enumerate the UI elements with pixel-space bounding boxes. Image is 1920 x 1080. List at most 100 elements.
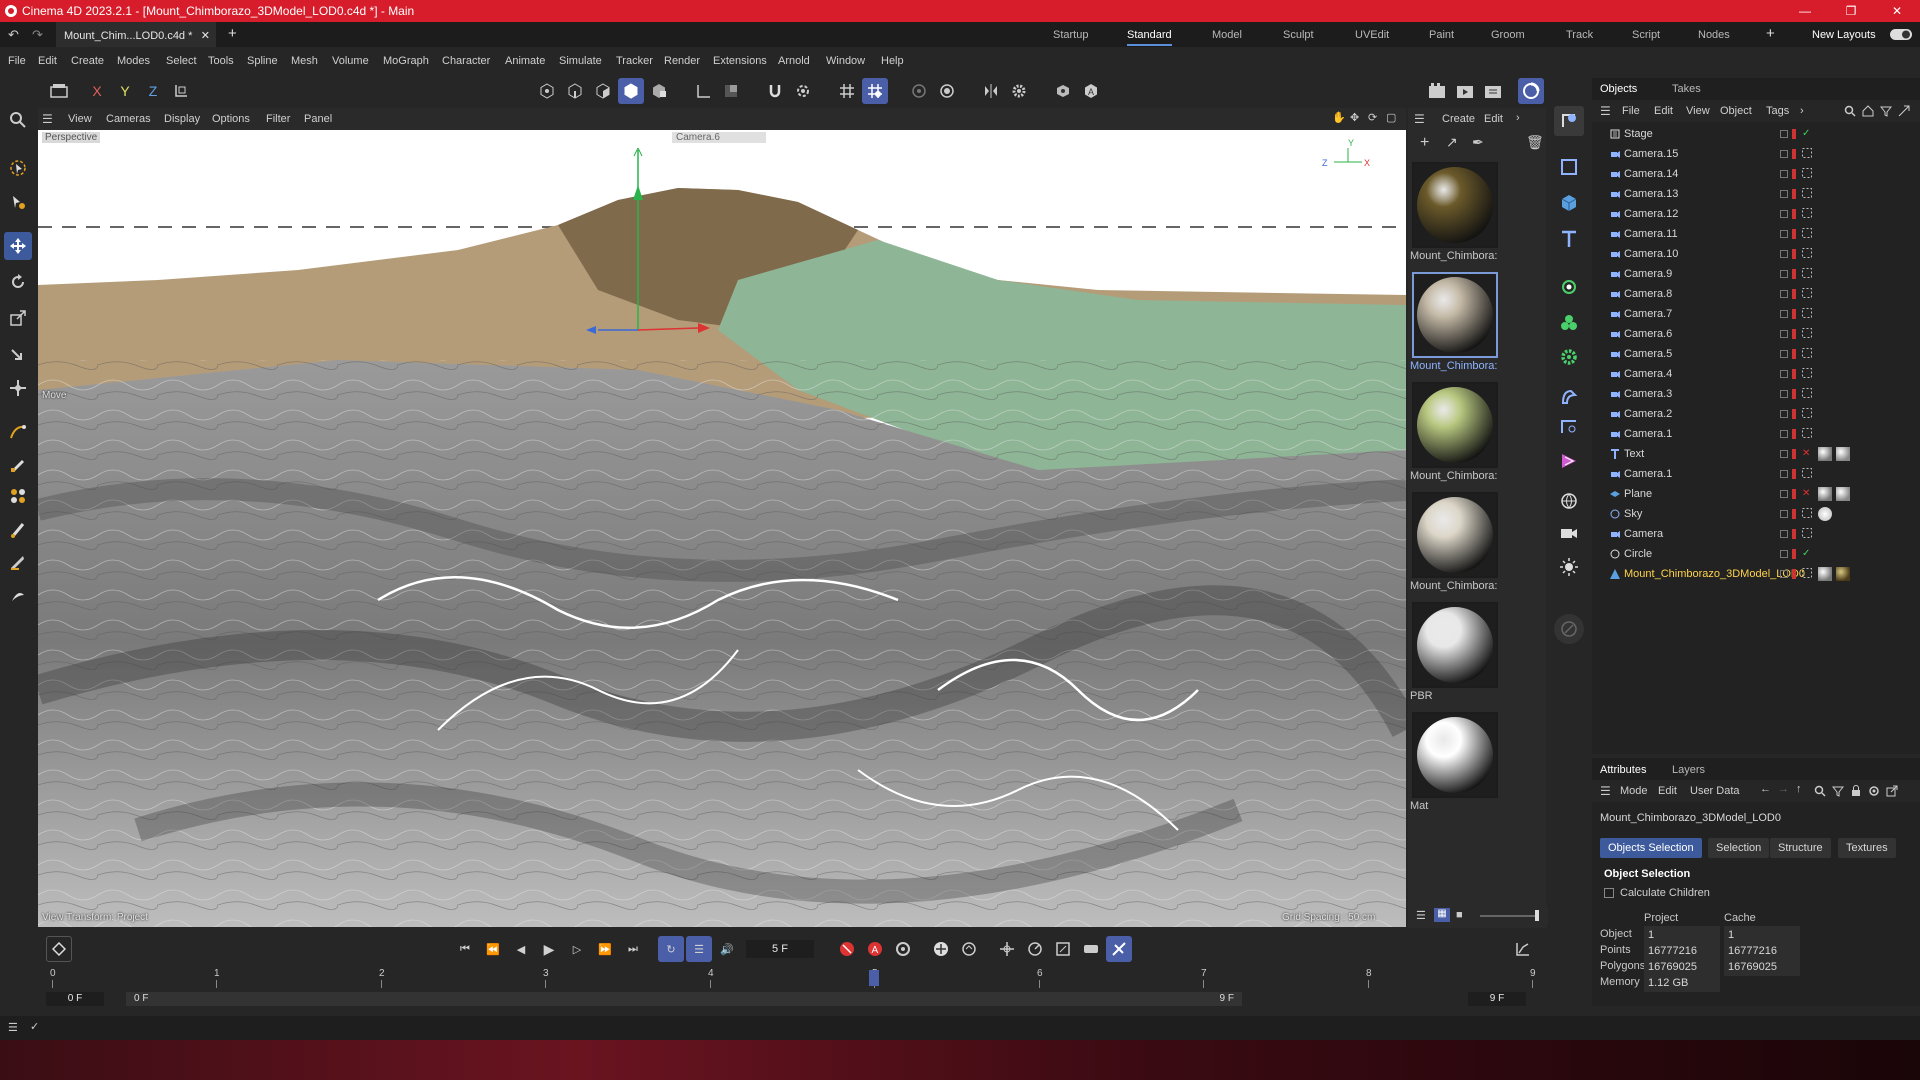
up-arrow-icon[interactable]: ↑ (1796, 783, 1802, 795)
attribute-menu-user-data[interactable]: User Data (1690, 785, 1740, 797)
material-tag-icon[interactable] (1818, 447, 1832, 461)
light-icon[interactable] (1554, 552, 1584, 582)
paint-tool-icon[interactable] (4, 582, 32, 610)
layout-track[interactable]: Track (1566, 29, 1593, 41)
editor-visibility-dot[interactable] (1780, 310, 1788, 318)
object-name[interactable]: Camera.10 (1624, 248, 1678, 260)
key-param-icon[interactable] (1022, 936, 1048, 962)
enabled-check-icon[interactable]: ✓ (1802, 128, 1814, 140)
sky-tag-icon[interactable] (1818, 507, 1832, 521)
editor-visibility-dot[interactable] (1780, 210, 1788, 218)
material-swatch[interactable]: Mat (1410, 712, 1538, 812)
object-menu-file[interactable]: File (1622, 105, 1640, 117)
disabled-tool-icon[interactable] (1554, 614, 1584, 644)
record-icon[interactable] (834, 936, 860, 962)
maximize-button[interactable]: ❐ (1828, 2, 1874, 20)
menu-spline[interactable]: Spline (247, 55, 278, 67)
rotate-tool-icon[interactable] (4, 268, 32, 296)
mograph-cloner-icon[interactable] (4, 482, 32, 510)
menu-modes[interactable]: Modes (117, 55, 150, 67)
solo-mode-icon[interactable] (718, 78, 744, 104)
render-visibility-dot[interactable] (1792, 369, 1796, 379)
camera-target-icon[interactable] (1802, 508, 1814, 520)
calculate-children-checkbox[interactable] (1604, 888, 1614, 898)
object-row[interactable]: Camera.13 (1592, 184, 1920, 204)
object-row[interactable]: Camera.11 (1592, 224, 1920, 244)
render-visibility-dot[interactable] (1792, 349, 1796, 359)
next-key-icon[interactable]: ⏩ (592, 936, 618, 962)
key-scale-icon[interactable] (994, 936, 1020, 962)
object-row[interactable]: Camera.5 (1592, 344, 1920, 364)
object-row[interactable]: Camera.10 (1592, 244, 1920, 264)
deformer-icon[interactable] (1554, 382, 1584, 412)
motion-mode-icon[interactable] (1106, 936, 1132, 962)
key-point-level-icon[interactable] (1050, 936, 1076, 962)
key-rotation-icon[interactable] (956, 936, 982, 962)
scene-globe-icon[interactable] (1554, 486, 1584, 516)
editor-visibility-dot[interactable] (1780, 190, 1788, 198)
x-axis-lock-button[interactable]: X (84, 78, 110, 104)
viewport-menu-panel[interactable]: Panel (304, 113, 332, 125)
knife-tool-icon[interactable] (4, 548, 32, 576)
editor-visibility-dot[interactable] (1780, 450, 1788, 458)
menu-help[interactable]: Help (881, 55, 904, 67)
render-visibility-dot[interactable] (1792, 209, 1796, 219)
model-mode-icon[interactable] (46, 78, 72, 104)
cube-icon[interactable] (1554, 188, 1584, 218)
editor-visibility-dot[interactable] (1780, 170, 1788, 178)
minimize-button[interactable]: — (1782, 2, 1828, 20)
menu-arnold[interactable]: Arnold (778, 55, 810, 67)
next-frame-icon[interactable]: ▷ (564, 936, 590, 962)
object-row[interactable]: Stage ✓ (1592, 124, 1920, 144)
timeline-graph-icon[interactable] (1510, 936, 1536, 962)
loop-icon[interactable]: ↻ (658, 936, 684, 962)
object-name[interactable]: Camera.6 (1624, 328, 1672, 340)
editor-visibility-dot[interactable] (1780, 530, 1788, 538)
editor-visibility-dot[interactable] (1780, 230, 1788, 238)
object-name[interactable]: Circle (1624, 548, 1652, 560)
move-view-icon[interactable]: ✥ (1350, 111, 1359, 124)
object-row[interactable]: Camera.7 (1592, 304, 1920, 324)
object-row[interactable]: Circle ✓ (1592, 544, 1920, 564)
disabled-icon[interactable]: ✕ (1802, 448, 1814, 460)
active-camera-label[interactable]: Camera.6 (672, 132, 766, 143)
camera-target-icon[interactable] (1802, 528, 1814, 540)
object-row[interactable]: Plane ✕ (1592, 484, 1920, 504)
tab-attributes[interactable]: Attributes (1600, 764, 1646, 776)
lock-icon[interactable] (1850, 785, 1862, 797)
field-icon[interactable] (1554, 412, 1584, 442)
menu-tools[interactable]: Tools (208, 55, 234, 67)
camera-target-icon[interactable] (1802, 468, 1814, 480)
object-name[interactable]: Camera.1 (1624, 468, 1672, 480)
hamburger-menu-icon[interactable]: ☰ (42, 112, 53, 126)
object-name[interactable]: Camera.8 (1624, 288, 1672, 300)
close-tab-icon[interactable]: ✕ (201, 29, 210, 42)
menu-create[interactable]: Create (71, 55, 104, 67)
menu-select[interactable]: Select (166, 55, 197, 67)
disabled-icon[interactable]: ✕ (1802, 488, 1814, 500)
object-row[interactable]: Camera.12 (1592, 204, 1920, 224)
object-row[interactable]: Camera.15 (1592, 144, 1920, 164)
render-visibility-dot[interactable] (1792, 429, 1796, 439)
layout-paint[interactable]: Paint (1429, 29, 1454, 41)
menu-edit[interactable]: Edit (38, 55, 57, 67)
object-row[interactable]: Camera.1 (1592, 464, 1920, 484)
editor-visibility-dot[interactable] (1780, 130, 1788, 138)
menu-file[interactable]: File (8, 55, 26, 67)
object-menu-icon[interactable]: ☰ (1600, 104, 1611, 118)
zoom-slider-handle[interactable] (1535, 910, 1539, 921)
redshift-ipr-icon[interactable] (1518, 78, 1544, 104)
layout-standard[interactable]: Standard (1127, 29, 1172, 46)
layout-model[interactable]: Model (1212, 29, 1242, 41)
render-region-icon[interactable] (906, 78, 932, 104)
key-position-icon[interactable] (928, 936, 954, 962)
attribute-tag-icon[interactable]: A (1078, 78, 1104, 104)
zoom-slider[interactable] (1480, 915, 1538, 917)
material-tag-icon[interactable] (1818, 567, 1832, 581)
render-view-icon[interactable] (1424, 78, 1450, 104)
editor-visibility-dot[interactable] (1780, 470, 1788, 478)
redo-icon[interactable]: ↷ (32, 27, 43, 43)
camera-target-icon[interactable] (1802, 228, 1814, 240)
object-row[interactable]: Sky (1592, 504, 1920, 524)
menu-character[interactable]: Character (442, 55, 490, 67)
